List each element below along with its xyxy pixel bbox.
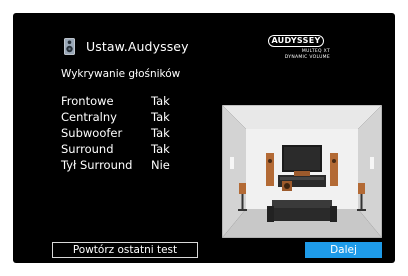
speaker-label: Tył Surround	[61, 158, 133, 172]
page-subtitle: Wykrywanie głośników	[61, 68, 181, 80]
page-title: Ustaw.Audyssey	[86, 38, 189, 54]
speaker-icon	[64, 37, 75, 55]
next-button[interactable]: Dalej	[305, 242, 382, 258]
speaker-label: Frontowe	[61, 94, 114, 108]
speaker-status: Tak	[151, 94, 170, 108]
header: Ustaw.Audyssey	[64, 37, 189, 55]
speaker-status: Tak	[151, 110, 170, 124]
room-speaker-layout-illustration	[222, 105, 382, 238]
logo-line-2: DYNAMIC VOLUME	[284, 55, 330, 60]
logo-line-1: MULTEQ XT	[301, 49, 330, 54]
speaker-label: Centralny	[61, 110, 117, 124]
setup-screen: Ustaw.Audyssey Wykrywanie głośników AUDY…	[13, 13, 395, 263]
logo-brand: AUDYSSEY	[268, 35, 324, 47]
speaker-label: Subwoofer	[61, 126, 123, 140]
speaker-status: Tak	[151, 126, 170, 140]
speaker-status: Tak	[151, 142, 170, 156]
audyssey-logo: AUDYSSEY MULTEQ XT DYNAMIC VOLUME	[255, 35, 338, 71]
retest-button[interactable]: Powtórz ostatni test	[52, 242, 198, 258]
speaker-status: Nie	[151, 158, 170, 172]
speaker-label: Surround	[61, 142, 114, 156]
